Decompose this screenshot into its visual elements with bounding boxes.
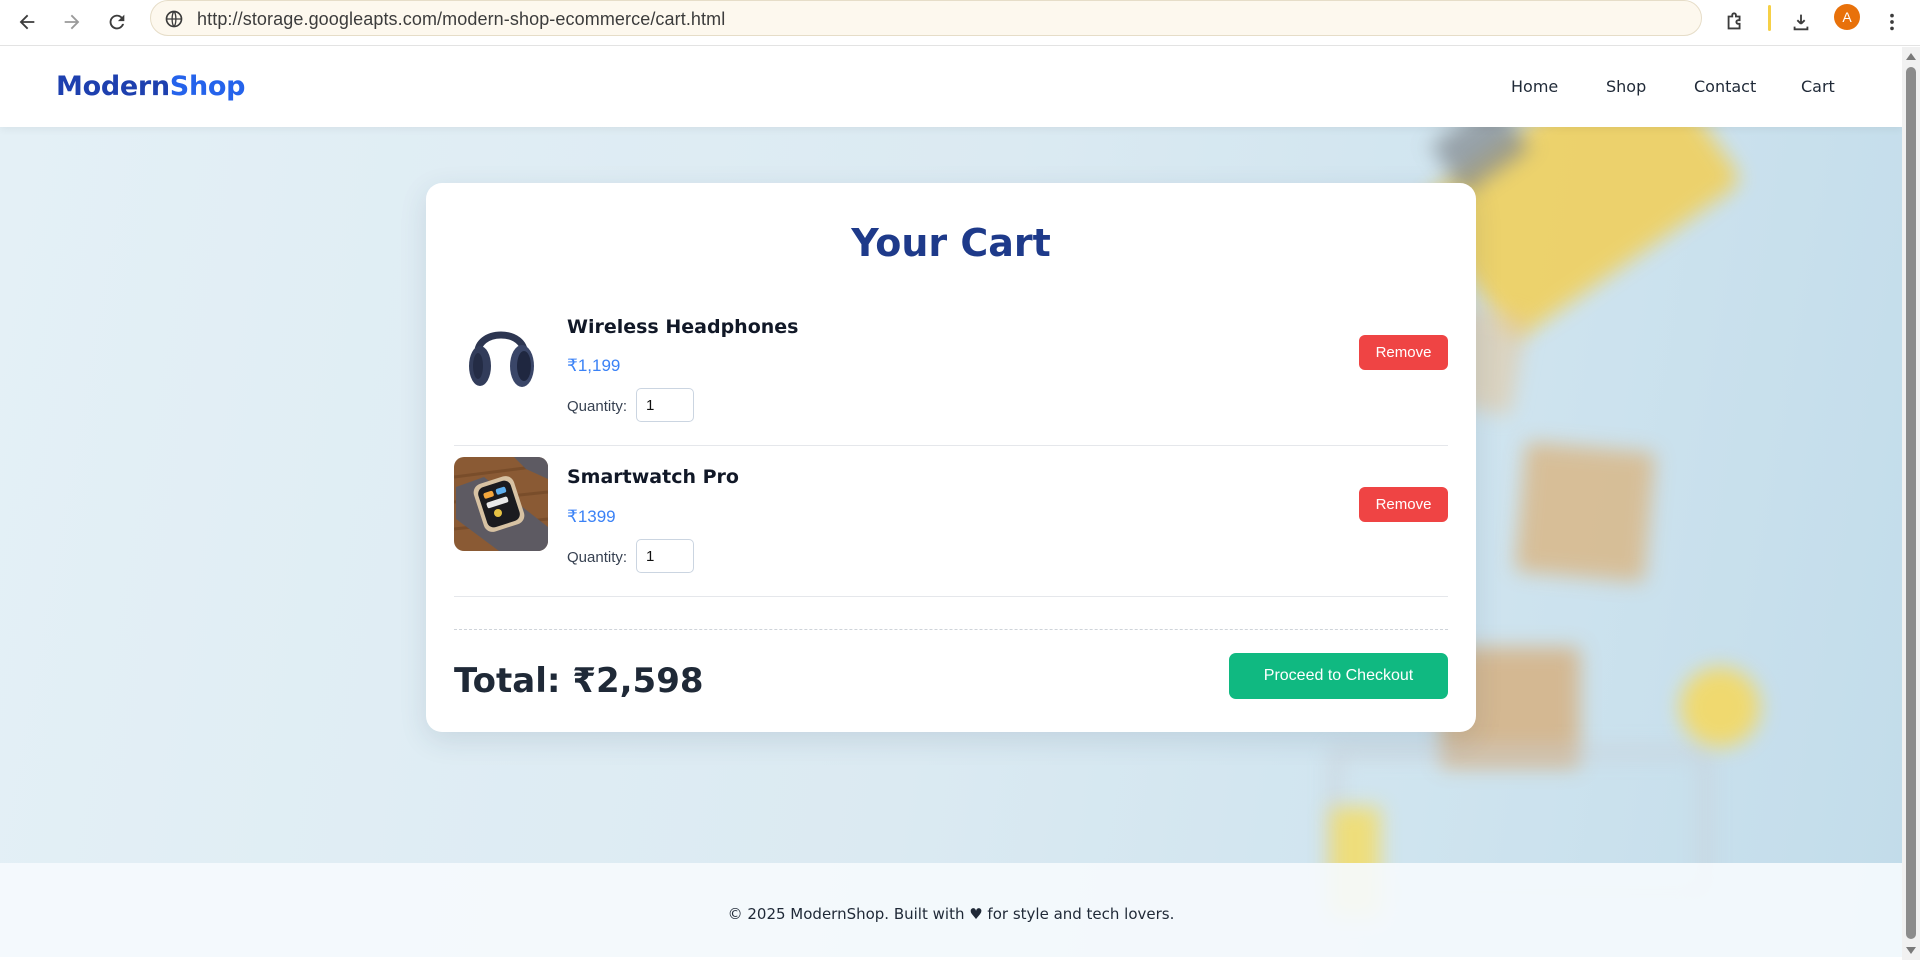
cart-item: Wireless Headphones ₹1,199 Quantity: Rem… xyxy=(454,296,1448,446)
item-price: ₹1399 xyxy=(567,507,616,526)
nav-home[interactable]: Home xyxy=(1511,77,1558,96)
page-scrollbar[interactable] xyxy=(1902,47,1920,960)
site-info-icon[interactable] xyxy=(163,8,185,30)
nav-shop[interactable]: Shop xyxy=(1606,77,1646,96)
more-vert-icon[interactable] xyxy=(1875,5,1909,39)
logo-text-shop: Shop xyxy=(169,71,246,102)
footer-text: © 2025 ModernShop. Built with ♥ for styl… xyxy=(727,905,1175,923)
background-ball xyxy=(1680,667,1760,747)
cart-card: Your Cart Wireless Headphones ₹1,199 Qua… xyxy=(426,183,1476,732)
forward-arrow-icon[interactable] xyxy=(55,5,89,39)
site-footer: © 2025 ModernShop. Built with ♥ for styl… xyxy=(0,863,1902,957)
reload-icon[interactable] xyxy=(100,5,134,39)
remove-button[interactable]: Remove xyxy=(1359,487,1448,522)
extensions-icon[interactable] xyxy=(1718,5,1752,39)
cart-item: Smartwatch Pro ₹1399 Quantity: Remove xyxy=(454,447,1448,597)
summary-divider xyxy=(454,629,1448,630)
nav-contact[interactable]: Contact xyxy=(1694,77,1756,96)
quantity-label: Quantity: xyxy=(567,549,628,566)
headphones-image xyxy=(454,306,548,400)
smartwatch-image xyxy=(454,457,548,551)
url-text: http://storage.googleapts.com/modern-sho… xyxy=(197,9,726,29)
item-name: Smartwatch Pro xyxy=(567,466,739,488)
quantity-input[interactable] xyxy=(636,539,694,573)
scroll-up-arrow-icon[interactable] xyxy=(1906,53,1916,60)
scroll-down-arrow-icon[interactable] xyxy=(1906,947,1916,954)
item-name: Wireless Headphones xyxy=(567,316,799,338)
toolbar-divider xyxy=(1768,5,1771,31)
scrollbar-thumb[interactable] xyxy=(1906,67,1916,939)
quantity-input[interactable] xyxy=(636,388,694,422)
page-viewport: ModernShop Home Shop Contact Cart Your C… xyxy=(0,47,1902,957)
remove-button[interactable]: Remove xyxy=(1359,335,1448,370)
download-icon[interactable] xyxy=(1784,5,1818,39)
profile-avatar[interactable]: A xyxy=(1834,4,1860,30)
item-price: ₹1,199 xyxy=(567,356,621,375)
logo-text-modern: Modern xyxy=(56,71,170,102)
site-header: ModernShop Home Shop Contact Cart xyxy=(0,47,1902,127)
background-box xyxy=(1514,441,1656,583)
quantity-label: Quantity: xyxy=(567,398,628,415)
nav-cart[interactable]: Cart xyxy=(1801,77,1835,96)
cart-total: Total: ₹2,598 xyxy=(454,661,704,701)
address-bar[interactable]: http://storage.googleapts.com/modern-sho… xyxy=(150,0,1702,36)
checkout-button[interactable]: Proceed to Checkout xyxy=(1229,653,1448,699)
back-arrow-icon[interactable] xyxy=(10,5,44,39)
page-title: Your Cart xyxy=(851,221,1051,265)
browser-toolbar: http://storage.googleapts.com/modern-sho… xyxy=(0,0,1920,46)
site-logo[interactable]: ModernShop xyxy=(56,71,245,102)
